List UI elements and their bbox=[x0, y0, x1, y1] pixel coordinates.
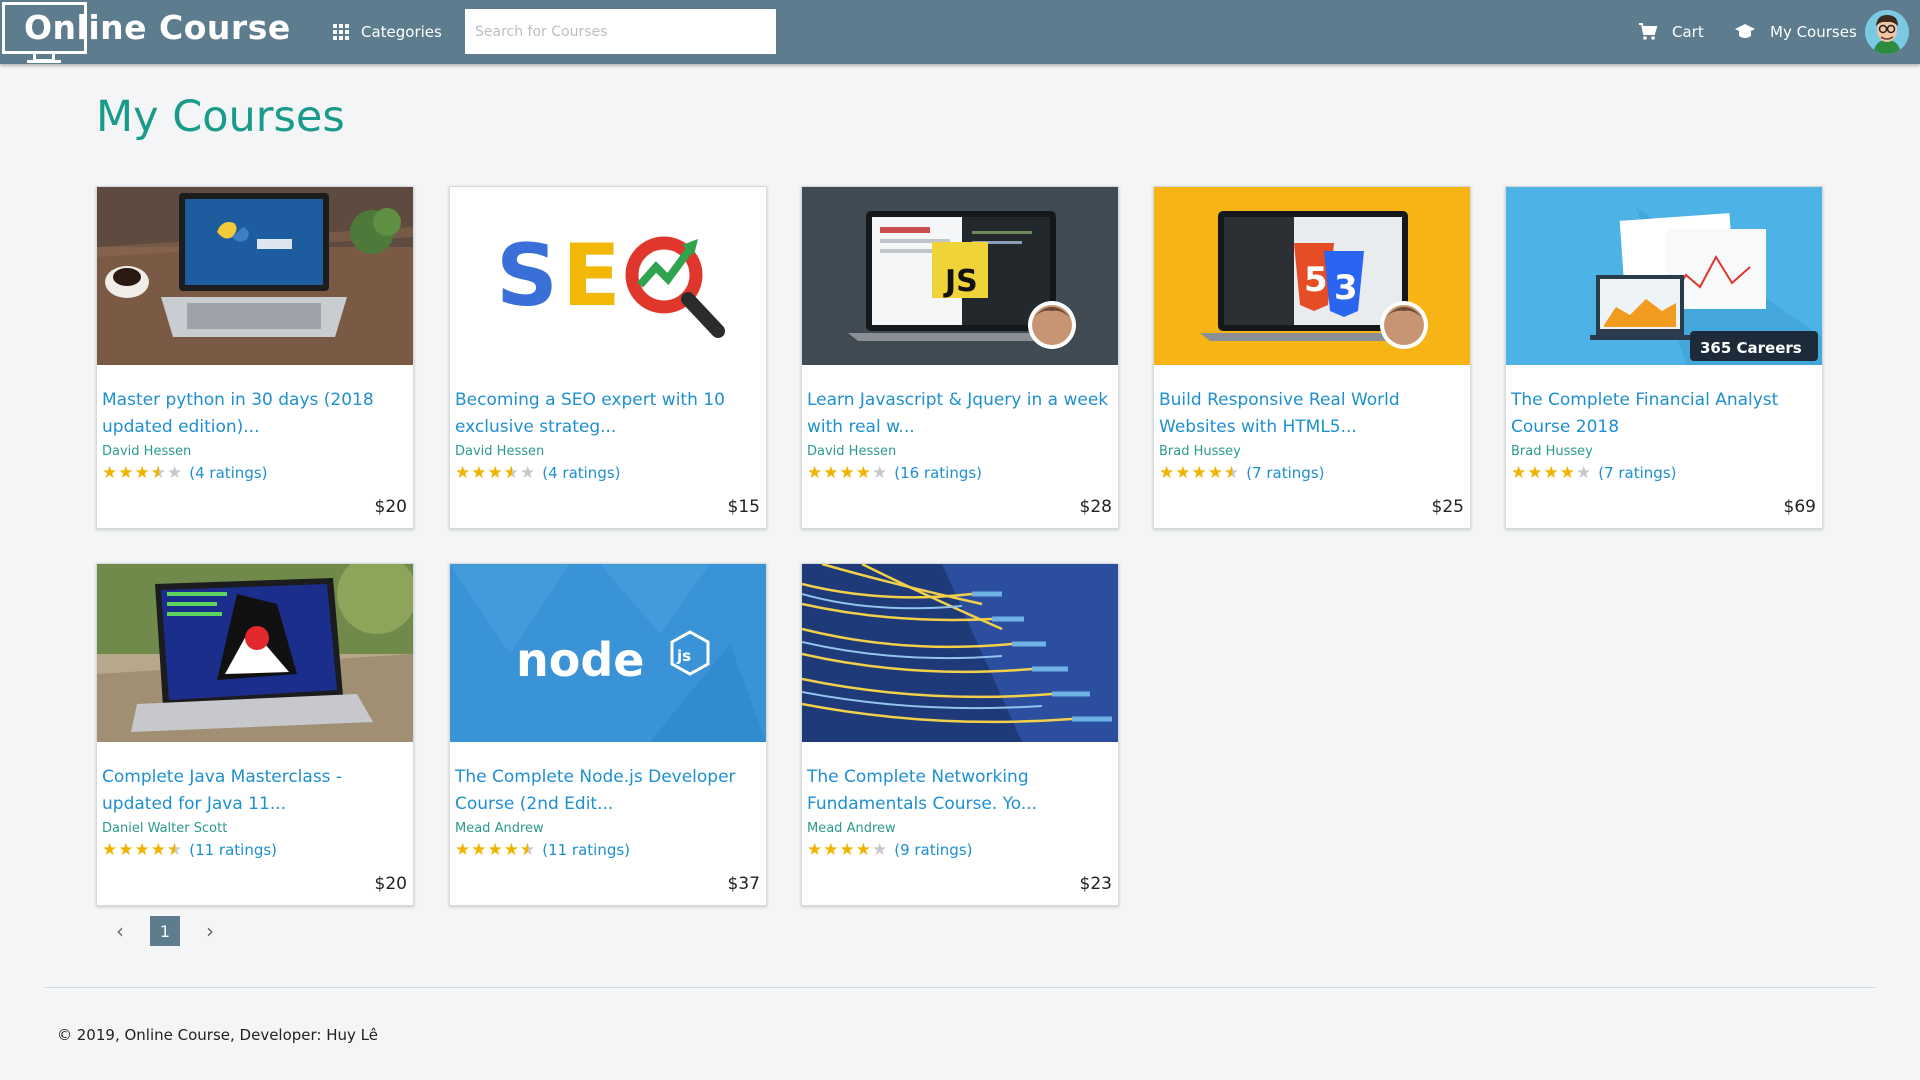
user-avatar[interactable] bbox=[1865, 10, 1909, 54]
course-rating: ★★★★★★ (4 ratings) bbox=[102, 463, 268, 483]
cart-link[interactable]: Cart bbox=[1638, 18, 1704, 46]
course-card[interactable]: node js The Complete Node.js Developer C… bbox=[449, 563, 767, 906]
svg-text:365 Careers: 365 Careers bbox=[1700, 339, 1802, 357]
rating-count: (11 ratings) bbox=[542, 841, 631, 859]
course-author[interactable]: Daniel Walter Scott bbox=[102, 821, 227, 836]
my-courses-label: My Courses bbox=[1770, 23, 1857, 41]
course-card[interactable]: The Complete Networking Fundamentals Cou… bbox=[801, 563, 1119, 906]
categories-menu[interactable]: Categories bbox=[333, 20, 442, 44]
rating-count: (16 ratings) bbox=[894, 464, 983, 482]
course-card[interactable]: 5 3 Build Responsive Real World Websites… bbox=[1153, 186, 1471, 529]
svg-text:JS: JS bbox=[943, 264, 978, 299]
monitor-base bbox=[27, 60, 61, 63]
course-thumbnail: S E bbox=[450, 187, 766, 365]
course-title[interactable]: Build Responsive Real World Websites wit… bbox=[1159, 387, 1467, 441]
course-thumbnail bbox=[97, 187, 413, 365]
graduation-cap-icon bbox=[1735, 24, 1755, 38]
grid-icon bbox=[333, 24, 349, 40]
svg-text:js: js bbox=[676, 647, 691, 665]
course-card[interactable]: Complete Java Masterclass - updated for … bbox=[96, 563, 414, 906]
course-author[interactable]: David Hessen bbox=[807, 444, 896, 459]
course-thumbnail bbox=[802, 564, 1118, 742]
svg-text:node: node bbox=[516, 633, 644, 687]
course-thumbnail: node js bbox=[450, 564, 766, 742]
course-author[interactable]: Brad Hussey bbox=[1511, 444, 1593, 459]
star-rating-icon: ★★★★★★ bbox=[455, 840, 537, 860]
course-title[interactable]: The Complete Node.js Developer Course (2… bbox=[455, 764, 763, 818]
svg-text:3: 3 bbox=[1334, 268, 1358, 308]
svg-text:E: E bbox=[562, 226, 621, 326]
my-courses-link[interactable]: My Courses bbox=[1734, 18, 1857, 46]
search-input[interactable] bbox=[465, 9, 776, 54]
course-title[interactable]: Learn Javascript & Jquery in a week with… bbox=[807, 387, 1115, 441]
rating-count: (7 ratings) bbox=[1598, 464, 1677, 482]
cart-icon bbox=[1639, 23, 1658, 40]
course-author[interactable]: David Hessen bbox=[102, 444, 191, 459]
course-price: $37 bbox=[727, 874, 760, 894]
next-page-icon[interactable]: › bbox=[200, 919, 220, 943]
course-rating: ★★★★★★ (4 ratings) bbox=[455, 463, 621, 483]
course-price: $20 bbox=[374, 874, 407, 894]
star-rating-icon: ★★★★★ bbox=[807, 840, 889, 860]
rating-count: (7 ratings) bbox=[1246, 464, 1325, 482]
course-price: $23 bbox=[1079, 874, 1112, 894]
top-navbar: Online Course Categories Cart My Courses bbox=[0, 0, 1920, 64]
course-thumbnail: 365 Careers bbox=[1506, 187, 1822, 365]
svg-text:S: S bbox=[496, 226, 558, 326]
course-title[interactable]: The Complete Financial Analyst Course 20… bbox=[1511, 387, 1819, 441]
course-price: $28 bbox=[1079, 497, 1112, 517]
rating-count: (11 ratings) bbox=[189, 841, 278, 859]
page-1-button[interactable]: 1 bbox=[150, 916, 180, 946]
course-title[interactable]: Complete Java Masterclass - updated for … bbox=[102, 764, 410, 818]
course-author[interactable]: Brad Hussey bbox=[1159, 444, 1241, 459]
cart-label: Cart bbox=[1672, 23, 1704, 41]
course-title[interactable]: Master python in 30 days (2018 updated e… bbox=[102, 387, 410, 441]
course-card[interactable]: JS Learn Javascript & Jquery in a week w… bbox=[801, 186, 1119, 529]
star-rating-icon: ★★★★★ bbox=[1511, 463, 1593, 483]
categories-label: Categories bbox=[361, 23, 442, 41]
course-price: $20 bbox=[374, 497, 407, 517]
course-rating: ★★★★★ (16 ratings) bbox=[807, 463, 982, 483]
footer-divider bbox=[45, 987, 1875, 988]
prev-page-icon[interactable]: ‹ bbox=[110, 919, 130, 943]
course-author[interactable]: David Hessen bbox=[455, 444, 544, 459]
page-title: My Courses bbox=[96, 92, 345, 142]
course-rating: ★★★★★ (9 ratings) bbox=[807, 840, 973, 860]
course-thumbnail bbox=[97, 564, 413, 742]
course-price: $69 bbox=[1783, 497, 1816, 517]
rating-count: (4 ratings) bbox=[542, 464, 621, 482]
course-card[interactable]: Master python in 30 days (2018 updated e… bbox=[96, 186, 414, 529]
course-thumbnail: JS bbox=[802, 187, 1118, 365]
site-logo[interactable]: Online Course bbox=[2, 2, 302, 63]
course-author[interactable]: Mead Andrew bbox=[807, 821, 896, 836]
course-title[interactable]: The Complete Networking Fundamentals Cou… bbox=[807, 764, 1115, 818]
course-price: $25 bbox=[1431, 497, 1464, 517]
course-card[interactable]: S E Becoming a SEO expert with 10 exclus… bbox=[449, 186, 767, 529]
rating-count: (4 ratings) bbox=[189, 464, 268, 482]
course-title[interactable]: Becoming a SEO expert with 10 exclusive … bbox=[455, 387, 763, 441]
course-author[interactable]: Mead Andrew bbox=[455, 821, 544, 836]
logo-text: Online Course bbox=[24, 8, 291, 47]
svg-text:5: 5 bbox=[1304, 260, 1328, 300]
course-rating: ★★★★★★ (7 ratings) bbox=[1159, 463, 1325, 483]
course-rating: ★★★★★★ (11 ratings) bbox=[455, 840, 630, 860]
star-rating-icon: ★★★★★ bbox=[807, 463, 889, 483]
star-rating-icon: ★★★★★★ bbox=[102, 463, 184, 483]
course-card[interactable]: 365 Careers The Complete Financial Analy… bbox=[1505, 186, 1823, 529]
rating-count: (9 ratings) bbox=[894, 841, 973, 859]
course-thumbnail: 5 3 bbox=[1154, 187, 1470, 365]
course-rating: ★★★★★ (7 ratings) bbox=[1511, 463, 1677, 483]
footer-text: © 2019, Online Course, Developer: Huy Lê bbox=[57, 1026, 378, 1044]
star-rating-icon: ★★★★★★ bbox=[455, 463, 537, 483]
pagination: ‹ 1 › bbox=[110, 916, 220, 946]
star-rating-icon: ★★★★★★ bbox=[102, 840, 184, 860]
course-rating: ★★★★★★ (11 ratings) bbox=[102, 840, 277, 860]
star-rating-icon: ★★★★★★ bbox=[1159, 463, 1241, 483]
course-price: $15 bbox=[727, 497, 760, 517]
